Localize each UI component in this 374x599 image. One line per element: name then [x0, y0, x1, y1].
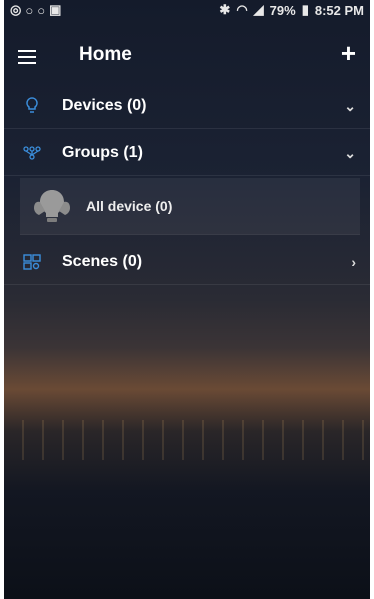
- hamburger-icon[interactable]: [18, 50, 36, 68]
- circle-icon: ○: [37, 2, 46, 18]
- app-screen: ◎ ○ ○ ▣ ✱ ◠ ◢ 79% ▮ 8:52 PM Home + Devic…: [4, 0, 370, 599]
- gallery-icon: ▣: [49, 2, 62, 17]
- add-button[interactable]: +: [341, 38, 356, 69]
- battery-percent: 79%: [269, 2, 296, 18]
- bluetooth-icon: ✱: [219, 2, 231, 17]
- scenes-grid-icon: [23, 254, 41, 270]
- groups-section-row[interactable]: Groups (1) ⌄: [4, 131, 370, 176]
- group-item-label: All device (0): [86, 198, 173, 214]
- devices-label: Devices (0): [62, 97, 147, 114]
- group-item-all-device[interactable]: All device (0): [20, 178, 360, 235]
- scenes-label: Scenes (0): [62, 253, 143, 270]
- groups-label: Groups (1): [62, 144, 143, 161]
- scenes-section-row[interactable]: Scenes (0) ›: [4, 240, 370, 285]
- background-city-lights: [4, 420, 370, 460]
- chevron-right-icon[interactable]: ›: [351, 254, 356, 270]
- wifi-icon: ◠: [236, 2, 248, 17]
- whatsapp-icon: ◎: [10, 2, 22, 17]
- chevron-down-icon[interactable]: ⌄: [344, 145, 356, 162]
- bulb-icon: [34, 190, 70, 222]
- signal-icon: ◢: [253, 2, 264, 17]
- status-bar: ◎ ○ ○ ▣ ✱ ◠ ◢ 79% ▮ 8:52 PM: [4, 0, 370, 20]
- page-title: Home: [79, 44, 132, 65]
- devices-section-row[interactable]: Devices (0) ⌄: [4, 84, 370, 129]
- app-bar: Home +: [4, 30, 370, 84]
- circle-icon: ○: [25, 2, 34, 18]
- status-notifications: ◎ ○ ○ ▣: [10, 2, 61, 18]
- status-system: ✱ ◠ ◢ 79% ▮ 8:52 PM: [219, 2, 364, 18]
- group-nodes-icon: [23, 146, 41, 160]
- status-time: 8:52 PM: [314, 2, 364, 18]
- bulb-outline-icon: [26, 97, 38, 113]
- chevron-down-icon[interactable]: ⌄: [344, 98, 356, 115]
- battery-icon: ▮: [301, 2, 309, 17]
